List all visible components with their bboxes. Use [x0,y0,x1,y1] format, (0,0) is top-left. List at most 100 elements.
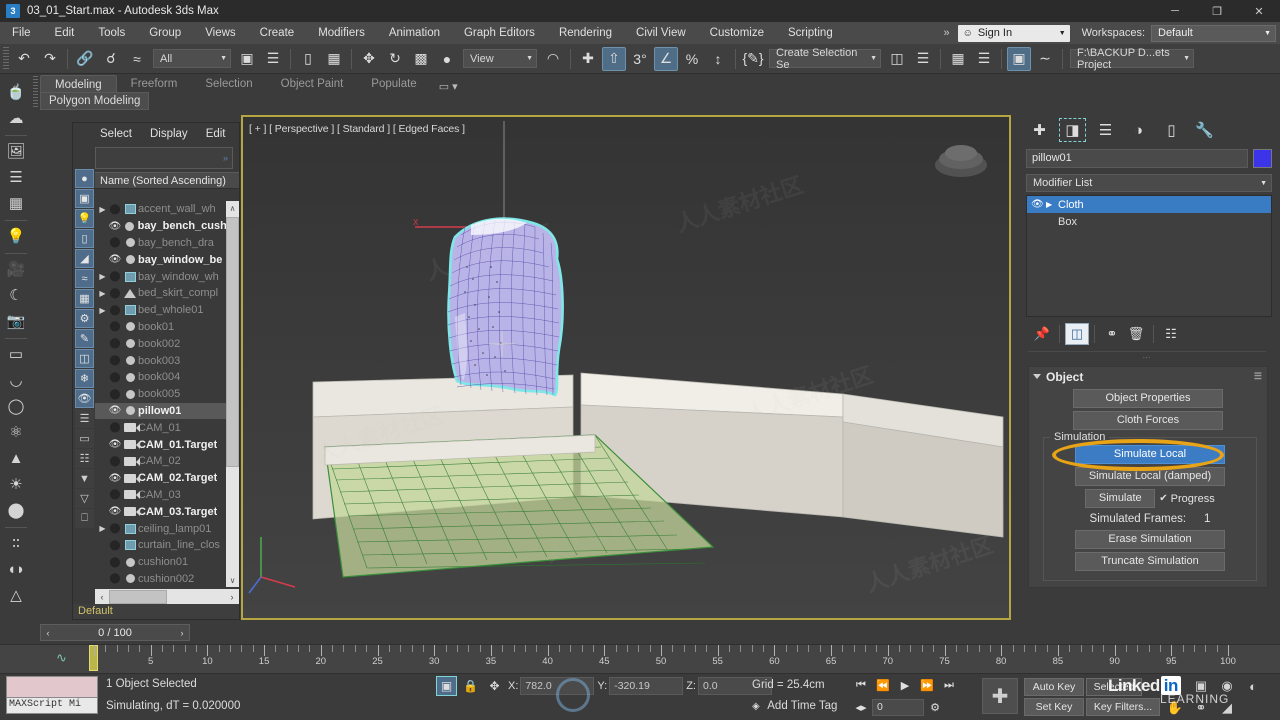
expand-arrow-icon[interactable]: ▶ [1046,200,1058,209]
eye-icon[interactable]: ⬤ [108,204,122,215]
panel-resize-grip[interactable]: ⋯ [1028,351,1266,362]
explorer-row[interactable]: 👁 bay_window_be [95,251,226,268]
explorer-row[interactable]: ⬤ book005 [95,386,226,403]
eye-icon[interactable]: ⬤ [108,305,122,316]
workspace-select[interactable]: Default ▼ [1151,24,1276,42]
modifier-stack[interactable]: 👁 ▶ Cloth Box [1026,195,1272,317]
redo-icon[interactable]: ↷ [38,47,62,71]
display-none-icon[interactable]: ● [75,169,94,188]
select-link-icon[interactable]: 🔗 [73,47,97,71]
maxscript-output-field[interactable] [6,676,98,698]
explorer-row[interactable]: ▶ ⬤ bed_whole01 [95,302,226,319]
menu-file[interactable]: File [0,22,43,44]
auto-key-button[interactable]: Auto Key [1024,678,1084,696]
display-cameras-icon[interactable]: ▯ [75,229,94,248]
explorer-search-input[interactable]: » [95,147,233,169]
menu-animation[interactable]: Animation [377,22,452,44]
cone-primitive-icon[interactable]: ▲ [3,446,29,470]
explorer-row[interactable]: ⬤ CAM_01 [95,419,226,436]
particles-icon[interactable]: ∶∶ [3,531,29,555]
eye-icon[interactable]: ⬤ [108,389,122,400]
display-bones-icon[interactable]: ✎ [75,329,94,348]
unlink-icon[interactable]: ☌ [99,47,123,71]
viewport[interactable]: X [+] [Perspective] [Standard] [E… [241,115,1011,620]
teapot-wire-icon[interactable]: ⚛ [3,420,29,444]
select-and-manipulate-icon[interactable]: ✚ [576,47,600,71]
export-icon[interactable]: △ [3,583,29,607]
coord-y-value[interactable]: -320.19 [609,677,684,695]
isolate-selection-icon[interactable]: ✥ [484,676,505,696]
mirror-icon[interactable]: ◫ [885,47,909,71]
eye-icon[interactable]: ⬤ [108,540,122,551]
eye-icon[interactable]: ⬤ [108,288,122,299]
play-animation-icon[interactable]: ▶ [894,675,916,695]
ribbon-tab-freeform[interactable]: Freeform [117,75,192,93]
menu-rendering[interactable]: Rendering [547,22,624,44]
dome-primitive-icon[interactable]: ◡ [3,368,29,392]
eye-icon[interactable]: ⬤ [108,355,122,366]
explorer-row[interactable]: ▶ ⬤ ceiling_lamp01 [95,520,226,537]
key-mode-toggle-icon[interactable]: ◂▸ [850,697,872,717]
menu-graph-editors[interactable]: Graph Editors [452,22,547,44]
angle-snap-icon[interactable]: 3° [628,47,652,71]
track-bar[interactable]: ∿ 5 10 15 20 25 30 35 40 45 50 55 60 65 70 75 80 85 90 95 1… [0,644,1280,674]
render-preview-icon[interactable]: 🖼 [3,139,29,163]
make-unique-icon[interactable]: ⚭ [1100,323,1124,345]
simulate-local-button[interactable]: Simulate Local [1075,445,1225,464]
hscroll-left-icon[interactable]: ‹ [95,592,109,602]
modifier-stack-item-cloth[interactable]: 👁 ▶ Cloth [1027,196,1271,213]
eye-icon[interactable]: 👁 [108,254,122,265]
eye-icon[interactable]: 👁 [108,473,122,484]
explorer-row[interactable]: ⬤ book002 [95,335,226,352]
maximize-button[interactable]: ❐ [1196,0,1238,22]
scroll-up-icon[interactable]: ∧ [226,201,239,215]
menu-edit[interactable]: Edit [43,22,87,44]
align-icon[interactable]: ☰ [911,47,935,71]
object-name-field[interactable]: pillow01 [1026,149,1248,168]
eye-icon[interactable]: 👁 [108,439,122,450]
undo-icon[interactable]: ↶ [12,47,36,71]
filter-funnel-icon[interactable]: ▼ [75,469,94,488]
eye-icon[interactable]: ⬤ [108,237,122,248]
expand-arrow-icon[interactable]: ▶ [97,289,108,298]
explorer-horizontal-scrollbar[interactable]: ‹ › [95,589,239,605]
go-to-start-icon[interactable]: ⏮ [850,675,872,695]
bind-space-warp-icon[interactable]: ≈ [125,47,149,71]
next-frame-icon[interactable]: ⏩ [916,675,938,695]
progress-checkbox[interactable]: ✔ Progress [1159,493,1214,505]
explorer-row[interactable]: ⬤ curtain_line_clos [95,537,226,554]
menu-scripting[interactable]: Scripting [776,22,845,44]
previous-frame-icon[interactable]: ⏪ [872,675,894,695]
display-lights-icon[interactable]: 💡 [75,209,94,228]
ribbon-grip[interactable] [33,76,38,108]
teapot-icon[interactable]: 🍵 [3,80,29,104]
ribbon-tab-object-paint[interactable]: Object Paint [267,75,358,93]
window-crossing-icon[interactable]: ▦ [322,47,346,71]
list-view-icon[interactable]: ☰ [75,409,94,428]
plane-primitive-icon[interactable]: ▭ [3,342,29,366]
explorer-menu-edit[interactable]: Edit [197,128,235,140]
current-frame-field[interactable]: ‹ 0 / 100 › [40,624,190,641]
scroll-down-icon[interactable]: ∨ [226,573,239,587]
explorer-row[interactable]: ⬤ bay_bench_dra [95,235,226,252]
select-and-rotate-icon[interactable]: ↻ [383,47,407,71]
set-keys-button[interactable]: ✚ [982,678,1018,714]
select-and-move-icon[interactable]: ✥ [357,47,381,71]
explorer-menu-select[interactable]: Select [91,128,141,140]
object-properties-button[interactable]: Object Properties [1073,389,1223,408]
placement-tool-icon[interactable]: ● [435,47,459,71]
expand-arrow-icon[interactable]: ▶ [97,272,108,281]
grid-panel-icon[interactable]: ▦ [3,191,29,215]
expand-arrow-icon[interactable]: ▶ [97,205,108,214]
select-and-scale-icon[interactable]: ▩ [409,47,433,71]
explorer-column-header[interactable]: Name (Sorted Ascending) [95,172,239,189]
explorer-row[interactable]: ⬤ book004 [95,369,226,386]
tile-view-icon[interactable]: ▭ [75,429,94,448]
open-mini-curve-editor-icon[interactable]: ∿ [56,650,67,666]
go-to-end-icon[interactable]: ⏭ [938,675,960,695]
eye-icon[interactable]: 👁 [108,405,122,416]
ribbon-minimize-icon[interactable]: ▭ ▾ [431,80,466,93]
folder-icon[interactable]: ⎕ [75,509,94,528]
time-configuration-icon[interactable]: ⚙ [924,697,946,717]
absolute-relative-mode-icon[interactable]: ▣ [436,676,457,696]
